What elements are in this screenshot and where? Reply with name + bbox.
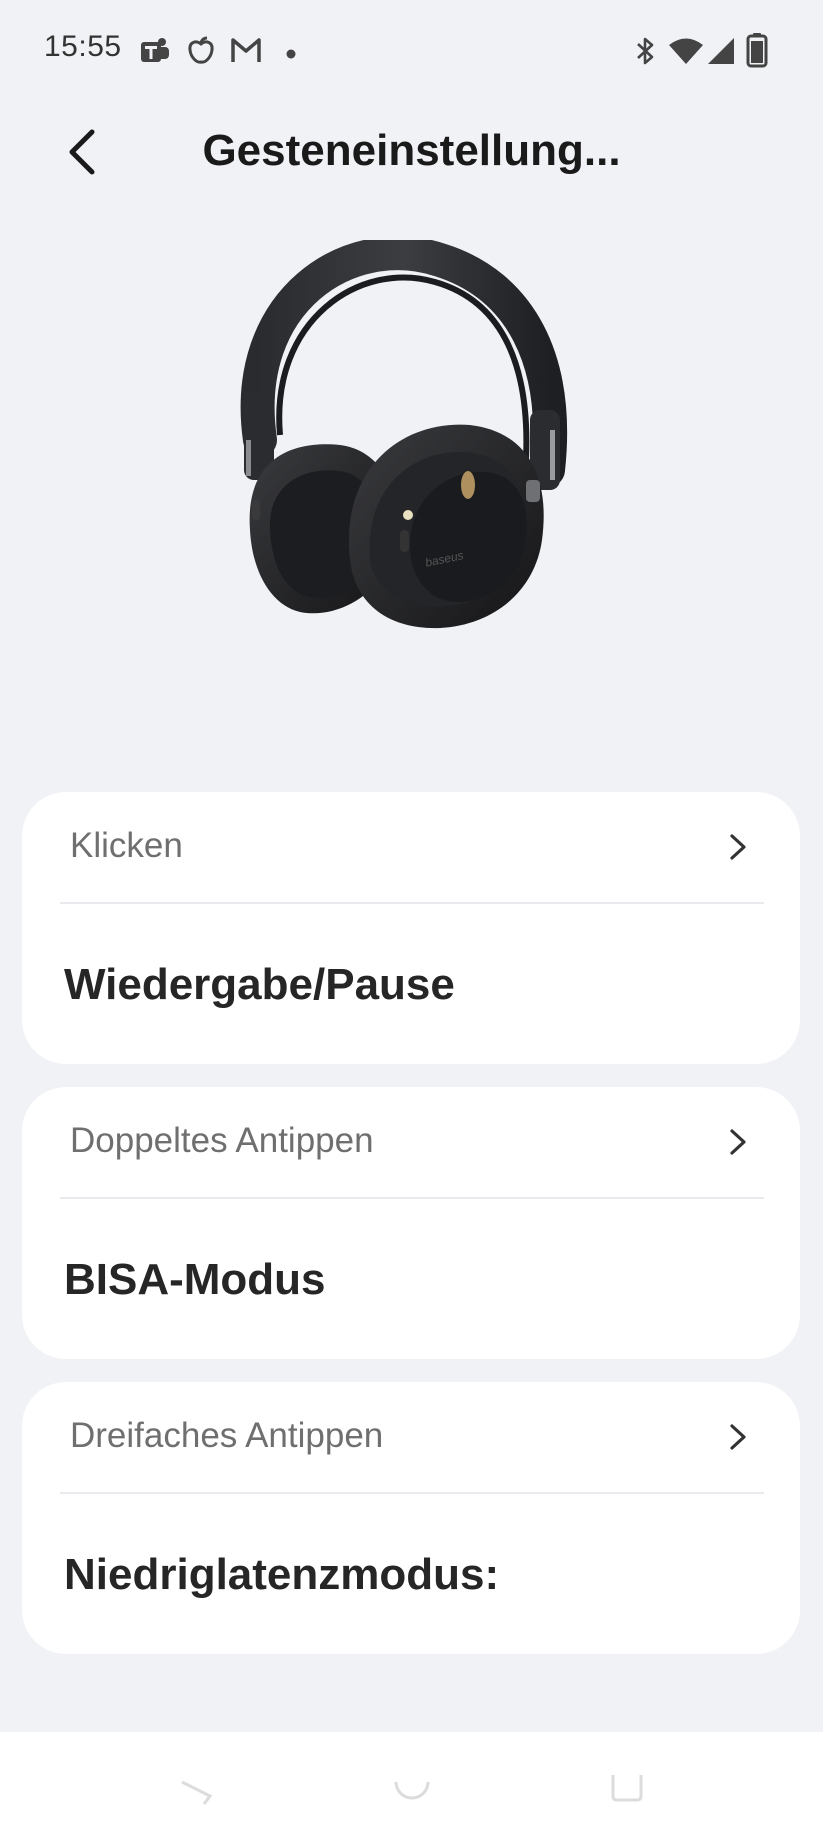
gesture-card-triple-tap: Dreifaches Antippen Niedriglatenzmodus: <box>22 1382 800 1654</box>
gesture-card-click: Klicken Wiedergabe/Pause <box>22 792 800 1064</box>
gesture-label: Klicken <box>70 826 183 865</box>
gesture-label: Dreifaches Antippen <box>70 1416 384 1455</box>
back-nav-icon[interactable] <box>178 1778 214 1813</box>
gesture-value: Niedriglatenzmodus: <box>64 1550 500 1599</box>
chevron-left-icon <box>64 128 100 181</box>
chevron-right-icon <box>722 1420 752 1454</box>
back-button[interactable] <box>52 124 112 184</box>
divider <box>60 1197 764 1199</box>
bluetooth-icon <box>634 36 658 71</box>
gesture-row-double-tap[interactable]: Doppeltes Antippen <box>22 1087 800 1197</box>
status-bar: 15:55 <box>0 0 823 104</box>
chevron-right-icon <box>722 1125 752 1159</box>
home-nav-icon[interactable] <box>392 1772 432 1813</box>
page-title: Gesteneinstellung... <box>202 126 621 175</box>
header: Gesteneinstellung... <box>0 104 823 200</box>
headphones-image: baseus <box>230 236 590 660</box>
gesture-row-triple-tap[interactable]: Dreifaches Antippen <box>22 1382 800 1492</box>
battery-icon <box>746 32 768 73</box>
cell-signal-icon <box>706 36 736 71</box>
gesture-label: Doppeltes Antippen <box>70 1121 374 1160</box>
system-nav-bar <box>0 1732 823 1828</box>
gesture-value: Wiedergabe/Pause <box>64 960 455 1009</box>
gmail-icon <box>230 36 262 69</box>
health-app-icon <box>186 36 216 71</box>
chevron-right-icon <box>722 830 752 864</box>
recents-nav-icon[interactable] <box>610 1772 644 1807</box>
status-time: 15:55 <box>44 30 122 63</box>
gesture-card-double-tap: Doppeltes Antippen BISA-Modus <box>22 1087 800 1359</box>
dot-icon <box>286 46 296 64</box>
divider <box>60 1492 764 1494</box>
gesture-value: BISA-Modus <box>64 1255 326 1304</box>
teams-icon <box>138 36 170 71</box>
wifi-icon <box>668 36 704 71</box>
gesture-row-click[interactable]: Klicken <box>22 792 800 902</box>
divider <box>60 902 764 904</box>
